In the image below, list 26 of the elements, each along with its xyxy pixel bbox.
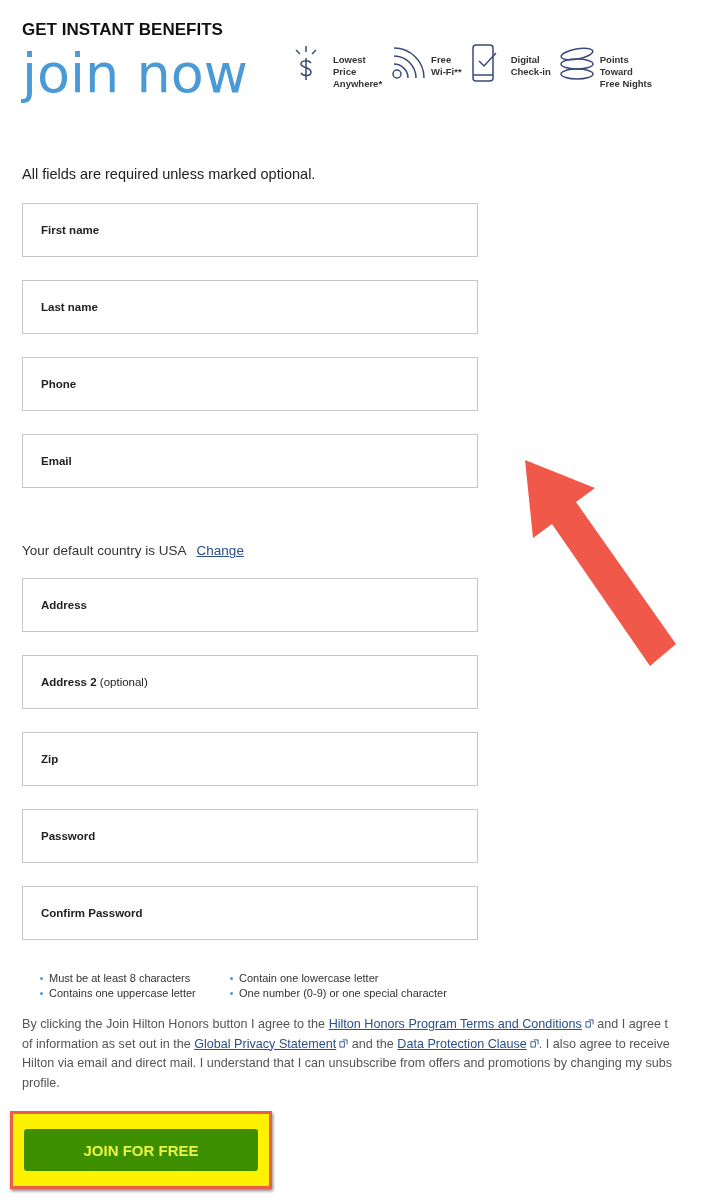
benefit-label: Digital Check-in [510, 54, 551, 78]
password-rule: Contains one uppercase letter [49, 987, 196, 999]
eyebrow-heading: GET INSTANT BENEFITS [22, 20, 224, 40]
input-field[interactable]: Zip [22, 732, 478, 786]
instructions-text: All fields are required unless marked optional. [22, 166, 316, 182]
password-rule: Must be at least 8 characters [49, 972, 191, 984]
benefit-label: Free Wi-Fi** [431, 54, 462, 78]
change-link[interactable]: Change [196, 543, 244, 558]
input-field[interactable]: Phone [22, 357, 478, 411]
input-field[interactable]: Password [22, 809, 478, 863]
benefit-label: Points Toward Free Nights [599, 54, 653, 90]
password-rule: Contain one lowercase letter [239, 972, 379, 984]
password-rule: One number (0-9) or one special character [239, 987, 447, 999]
legal-link[interactable]: Data Protection Clause [397, 1036, 527, 1051]
input-field[interactable]: Address [22, 578, 478, 632]
legal-link[interactable]: Global Privacy Statement [194, 1036, 337, 1051]
input-field[interactable]: Address 2 (optional) [22, 655, 478, 709]
input-field[interactable]: Email [22, 434, 478, 488]
legal-paragraph: By clicking the Join Hilton Honors button I agree to the Hilton Honors Program Terms and Conditions and I agree t of information as set out in the Global Privacy Statement and the Data Protection Clause . I also agree to receive Hilton via email and direct mail. I understand that I can unsubscribe from offers and promotions by changing my subs profile. [22, 1016, 674, 1092]
input-field[interactable]: Last name [22, 280, 478, 334]
legal-link[interactable]: Hilton Honors Program Terms and Conditions [328, 1017, 582, 1031]
input-field[interactable]: Confirm Password [22, 886, 478, 940]
benefit-label: Lowest Price Anywhere* [333, 54, 383, 90]
country-text: Your default country is USA [22, 543, 187, 558]
input-field[interactable]: First name [22, 203, 478, 257]
headline: join now [22, 41, 249, 107]
